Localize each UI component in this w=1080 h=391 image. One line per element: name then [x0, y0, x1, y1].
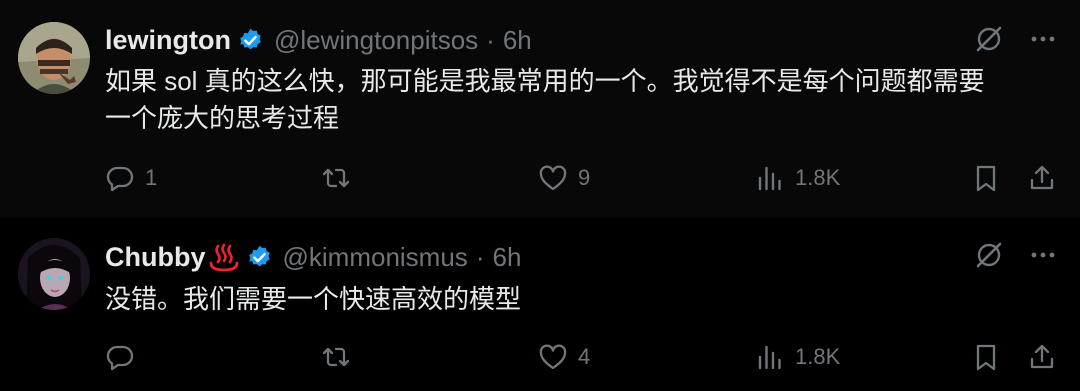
more-icon[interactable]: [1028, 24, 1058, 54]
reply-icon: [105, 342, 135, 372]
repost-icon: [321, 342, 351, 372]
bookmark-button[interactable]: [971, 339, 1001, 375]
user-handle[interactable]: @lewingtonpitsos: [274, 25, 478, 56]
bookmark-button[interactable]: [971, 160, 1001, 196]
tweet-top-actions: [974, 240, 1058, 270]
tweet-top-actions: [974, 24, 1058, 54]
tweet-header: Chubby @kimmonismus · 6h: [105, 239, 521, 275]
like-count: 4: [578, 344, 591, 369]
verified-badge-icon: [237, 27, 264, 54]
repost-icon: [321, 163, 351, 193]
tweet-header: lewington @lewingtonpitsos · 6h: [105, 22, 532, 58]
avatar[interactable]: [18, 22, 90, 94]
view-count: 1.8K: [795, 165, 841, 190]
timestamp[interactable]: 6h: [492, 242, 521, 273]
like-icon: [538, 342, 568, 372]
reply-count: 1: [145, 165, 158, 190]
grok-icon[interactable]: [974, 240, 1004, 270]
separator-dot: ·: [475, 241, 485, 272]
action-bar: 4 1.8K: [105, 339, 1065, 375]
views-icon: [755, 342, 785, 372]
tweet[interactable]: Chubby @kimmonismus · 6h 没错。我们需要一个快速高效的模…: [0, 218, 1080, 391]
display-name[interactable]: Chubby: [105, 242, 206, 273]
view-count: 1.8K: [795, 344, 841, 369]
user-handle[interactable]: @kimmonismus: [283, 242, 468, 273]
tweet-text: 没错。我们需要一个快速高效的模型: [105, 281, 1055, 318]
repost-button[interactable]: [321, 160, 361, 196]
separator-dot: ·: [486, 24, 495, 55]
views-button[interactable]: 1.8K: [755, 160, 840, 196]
tweet-text-line: 没错。我们需要一个快速高效的模型: [105, 284, 522, 314]
share-button[interactable]: [1027, 160, 1057, 196]
repost-button[interactable]: [321, 339, 361, 375]
hot-springs-emoji-icon: [208, 241, 240, 273]
like-button[interactable]: 4: [538, 339, 590, 375]
more-icon[interactable]: [1028, 240, 1058, 270]
like-icon: [538, 163, 568, 193]
share-button[interactable]: [1027, 339, 1057, 375]
action-bar: 1 9 1.8K: [105, 160, 1065, 196]
verified-badge-icon: [246, 244, 273, 271]
tweet[interactable]: lewington @lewingtonpitsos · 6h 如果 sol 真…: [0, 0, 1080, 218]
bookmark-icon: [971, 342, 1001, 372]
display-name[interactable]: lewington: [105, 25, 231, 56]
reply-icon: [105, 163, 135, 193]
avatar[interactable]: [18, 238, 90, 310]
tweet-text: 如果 sol 真的这么快，那可能是我最常用的一个。我觉得不是每个问题都需要 一个…: [105, 63, 1055, 137]
views-icon: [755, 163, 785, 193]
tweet-text-line: 如果 sol 真的这么快，那可能是我最常用的一个。我觉得不是每个问题都需要: [105, 66, 985, 96]
reply-button[interactable]: 1: [105, 160, 157, 196]
views-button[interactable]: 1.8K: [755, 339, 840, 375]
like-button[interactable]: 9: [538, 160, 590, 196]
reply-button[interactable]: [105, 339, 145, 375]
timestamp[interactable]: 6h: [503, 25, 532, 56]
like-count: 9: [578, 165, 591, 190]
tweet-text-line: 一个庞大的思考过程: [105, 103, 340, 133]
tweet-thread: lewington @lewingtonpitsos · 6h 如果 sol 真…: [0, 0, 1080, 391]
grok-icon[interactable]: [974, 24, 1004, 54]
share-icon: [1027, 163, 1057, 193]
bookmark-icon: [971, 163, 1001, 193]
share-icon: [1027, 342, 1057, 372]
